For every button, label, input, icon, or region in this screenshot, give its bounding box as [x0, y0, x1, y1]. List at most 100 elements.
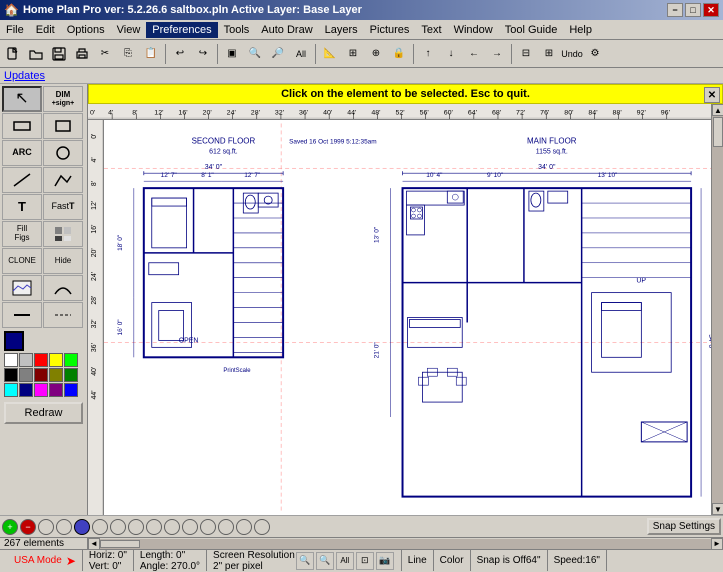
- vertical-scrollbar[interactable]: ▲ ▼: [711, 104, 723, 515]
- tool-dim[interactable]: DIM +sign+: [43, 86, 83, 112]
- tb-undo[interactable]: ↩: [169, 43, 191, 65]
- tool-arc[interactable]: ARC: [2, 140, 42, 166]
- zoom-out-status-button[interactable]: 🔍: [316, 552, 334, 570]
- scroll-track[interactable]: [712, 116, 723, 503]
- scroll-up-button[interactable]: ▲: [712, 104, 723, 116]
- menu-preferences[interactable]: Preferences: [146, 22, 217, 38]
- color-blue[interactable]: [64, 383, 78, 397]
- tb-grid[interactable]: ⊞: [342, 43, 364, 65]
- tb-undo2[interactable]: Undo: [561, 43, 583, 65]
- tb-extra2[interactable]: ⊞: [538, 43, 560, 65]
- tb-down[interactable]: ↓: [440, 43, 462, 65]
- scroll-right-button[interactable]: ►: [711, 538, 723, 550]
- scroll-down-button[interactable]: ▼: [712, 503, 723, 515]
- tb-zoom-out[interactable]: 🔎: [267, 43, 289, 65]
- camera-status-button[interactable]: 📷: [376, 552, 394, 570]
- menu-toolguide[interactable]: Tool Guide: [499, 22, 564, 38]
- redraw-button[interactable]: Redraw: [4, 402, 83, 424]
- remove-layer-button[interactable]: −: [20, 519, 36, 535]
- h-scroll-thumb[interactable]: [100, 540, 140, 548]
- tb-lock[interactable]: 🔒: [388, 43, 410, 65]
- color-dkgray[interactable]: [19, 368, 33, 382]
- tb-snap[interactable]: 📐: [319, 43, 341, 65]
- tool-figs[interactable]: [43, 221, 83, 247]
- layer-circle-1[interactable]: [38, 519, 54, 535]
- color-red[interactable]: [34, 353, 48, 367]
- tool-curve[interactable]: [43, 275, 83, 301]
- canvas-area[interactable]: Click on the element to be selected. Esc…: [88, 84, 723, 515]
- tb-ortho[interactable]: ⊕: [365, 43, 387, 65]
- color-cyan[interactable]: [4, 383, 18, 397]
- layer-circle-5[interactable]: [110, 519, 126, 535]
- tool-hide[interactable]: Hide: [43, 248, 83, 274]
- tool-clone[interactable]: CLONE: [2, 248, 42, 274]
- h-scroll-track[interactable]: [100, 539, 711, 549]
- tb-new[interactable]: [2, 43, 24, 65]
- menu-help[interactable]: Help: [563, 22, 598, 38]
- tb-zoom-all[interactable]: All: [290, 43, 312, 65]
- menu-pictures[interactable]: Pictures: [364, 22, 416, 38]
- tb-copy[interactable]: ⎘: [117, 43, 139, 65]
- layer-circle-12[interactable]: [236, 519, 252, 535]
- color-dkgreen[interactable]: [64, 368, 78, 382]
- layer-circle-2[interactable]: [56, 519, 72, 535]
- tb-right[interactable]: →: [486, 43, 508, 65]
- color-dkred[interactable]: [34, 368, 48, 382]
- layer-circle-7[interactable]: [146, 519, 162, 535]
- tool-text-fast[interactable]: FastT: [43, 194, 83, 220]
- tool-arrow[interactable]: ↖: [2, 86, 42, 112]
- scroll-thumb[interactable]: [713, 117, 723, 147]
- layer-circle-8[interactable]: [164, 519, 180, 535]
- layer-circle-10[interactable]: [200, 519, 216, 535]
- layer-circle-13[interactable]: [254, 519, 270, 535]
- menu-options[interactable]: Options: [61, 22, 111, 38]
- color-purple[interactable]: [49, 383, 63, 397]
- tool-line[interactable]: [2, 167, 42, 193]
- tb-zoom-in[interactable]: 🔍: [244, 43, 266, 65]
- add-layer-button[interactable]: +: [2, 519, 18, 535]
- tool-line2[interactable]: [2, 302, 42, 328]
- tool-circle[interactable]: [43, 140, 83, 166]
- color-white[interactable]: [4, 353, 18, 367]
- tb-cut[interactable]: ✂: [94, 43, 116, 65]
- zoom-fit-status-button[interactable]: ⊡: [356, 552, 374, 570]
- tb-select[interactable]: ▣: [221, 43, 243, 65]
- tool-rect[interactable]: [43, 113, 83, 139]
- layer-circle-4[interactable]: [92, 519, 108, 535]
- color-green[interactable]: [64, 353, 78, 367]
- tb-redo[interactable]: ↪: [192, 43, 214, 65]
- tool-text[interactable]: T: [2, 194, 42, 220]
- color-navy[interactable]: [19, 383, 33, 397]
- menu-view[interactable]: View: [111, 22, 147, 38]
- layer-circle-11[interactable]: [218, 519, 234, 535]
- current-color[interactable]: [4, 331, 24, 351]
- menu-layers[interactable]: Layers: [319, 22, 364, 38]
- tb-open[interactable]: [25, 43, 47, 65]
- notification-close-button[interactable]: ✕: [704, 87, 720, 103]
- menu-file[interactable]: File: [0, 22, 30, 38]
- tb-save[interactable]: [48, 43, 70, 65]
- snap-settings-button[interactable]: Snap Settings: [647, 518, 721, 535]
- color-yellow[interactable]: [49, 353, 63, 367]
- tool-line3[interactable]: [43, 302, 83, 328]
- tb-print[interactable]: [71, 43, 93, 65]
- color-black[interactable]: [4, 368, 18, 382]
- tb-up[interactable]: ↑: [417, 43, 439, 65]
- close-button[interactable]: ✕: [703, 3, 719, 17]
- zoom-all-status-button[interactable]: All: [336, 552, 354, 570]
- minimize-button[interactable]: −: [667, 3, 683, 17]
- titlebar-controls[interactable]: − □ ✕: [667, 3, 719, 17]
- tool-fill[interactable]: FillFigs: [2, 221, 42, 247]
- maximize-button[interactable]: □: [685, 3, 701, 17]
- tool-polyline[interactable]: [43, 167, 83, 193]
- color-magenta[interactable]: [34, 383, 48, 397]
- color-ltgray[interactable]: [19, 353, 33, 367]
- tb-extra3[interactable]: ⚙: [584, 43, 606, 65]
- horizontal-scrollbar[interactable]: 267 elements ◄ ►: [0, 537, 723, 549]
- tb-left[interactable]: ←: [463, 43, 485, 65]
- scroll-left-button[interactable]: ◄: [88, 538, 100, 550]
- layer-circle-6[interactable]: [128, 519, 144, 535]
- menu-edit[interactable]: Edit: [30, 22, 61, 38]
- color-olive[interactable]: [49, 368, 63, 382]
- tool-wall[interactable]: [2, 113, 42, 139]
